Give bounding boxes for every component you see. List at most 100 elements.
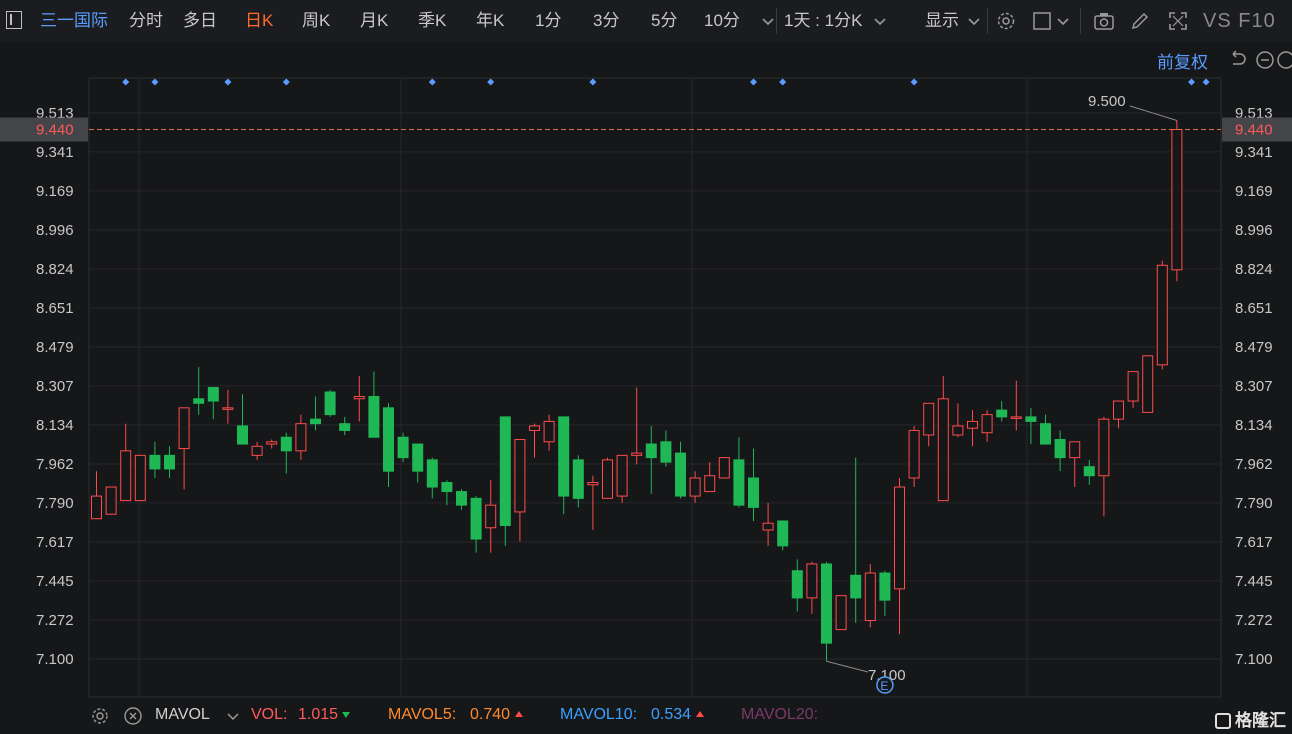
tab-1min[interactable]: 1分 xyxy=(535,0,561,42)
candle-body[interactable] xyxy=(850,574,862,599)
candle-body[interactable] xyxy=(733,459,745,506)
candle-body[interactable] xyxy=(1010,416,1022,419)
candle-body[interactable] xyxy=(777,520,789,547)
tab-5min[interactable]: 5分 xyxy=(651,0,677,42)
candle-body[interactable] xyxy=(1113,400,1124,420)
candle-body[interactable] xyxy=(266,441,278,445)
candle-body[interactable] xyxy=(602,459,613,499)
candle-body[interactable] xyxy=(1156,264,1168,366)
candle-body[interactable] xyxy=(631,452,643,456)
candle-body[interactable] xyxy=(178,407,190,450)
candlestick-chart[interactable]: 9.513 9.5139.341 9.3419.169 9.1698.996 8.996… xyxy=(0,42,1292,698)
interval-select[interactable]: 1天 : 1分K xyxy=(784,0,862,42)
candle-body[interactable] xyxy=(251,445,263,456)
candle-body[interactable] xyxy=(164,454,175,470)
candle-body[interactable] xyxy=(748,477,759,508)
display-chevron-icon[interactable] xyxy=(963,10,985,32)
candle-body[interactable] xyxy=(937,398,949,502)
candle-body[interactable] xyxy=(572,459,584,499)
candle-body[interactable] xyxy=(762,522,774,531)
candle-body[interactable] xyxy=(996,409,1008,418)
candle-body[interactable] xyxy=(529,425,540,431)
candle-body[interactable] xyxy=(1142,355,1154,413)
dividend-marker[interactable] xyxy=(282,78,290,86)
candle-body[interactable] xyxy=(981,414,993,434)
candle-body[interactable] xyxy=(193,398,205,404)
candle-body[interactable] xyxy=(426,459,438,488)
candle-body[interactable] xyxy=(441,482,453,493)
fullscreen-icon[interactable] xyxy=(1167,10,1189,32)
candle-body[interactable] xyxy=(835,595,847,631)
candle-body[interactable] xyxy=(120,450,132,502)
interval-chevron-icon[interactable] xyxy=(869,10,891,32)
dividend-marker[interactable] xyxy=(779,78,787,86)
candle-body[interactable] xyxy=(718,457,730,479)
candle-body[interactable] xyxy=(280,436,292,452)
dividend-marker[interactable] xyxy=(487,78,495,86)
candle-body[interactable] xyxy=(558,416,570,497)
candle-body[interactable] xyxy=(499,416,511,526)
layout-chevron-icon[interactable] xyxy=(1052,10,1074,32)
candle-body[interactable] xyxy=(456,491,467,506)
candle-body[interactable] xyxy=(689,477,701,497)
candle-body[interactable] xyxy=(1171,129,1183,271)
candle-body[interactable] xyxy=(222,407,234,410)
layout-square-icon[interactable] xyxy=(1031,10,1053,32)
candle-body[interactable] xyxy=(923,402,935,436)
candle-body[interactable] xyxy=(237,425,248,445)
candle-body[interactable] xyxy=(295,423,307,452)
vs-f10-button[interactable]: VS F10 xyxy=(1203,0,1276,42)
tab-monthly-k[interactable]: 月K xyxy=(360,0,388,42)
tab-multiday[interactable]: 多日 xyxy=(183,0,217,42)
candle-body[interactable] xyxy=(91,495,102,520)
candle-body[interactable] xyxy=(1098,418,1110,477)
candle-body[interactable] xyxy=(470,497,482,540)
candle-body[interactable] xyxy=(791,570,803,599)
tab-daily-k[interactable]: 日K xyxy=(245,0,273,42)
tab-quarterly-k[interactable]: 季K xyxy=(418,0,446,42)
candle-body[interactable] xyxy=(645,443,657,459)
candle-body[interactable] xyxy=(967,420,978,429)
candle-body[interactable] xyxy=(864,572,876,622)
candle-body[interactable] xyxy=(324,391,336,416)
candle-body[interactable] xyxy=(485,504,497,529)
candle-body[interactable] xyxy=(908,429,920,479)
indicator-name[interactable]: MAVOL xyxy=(155,706,210,724)
display-menu[interactable]: 显示 xyxy=(925,0,959,42)
candle-body[interactable] xyxy=(207,386,219,402)
candle-body[interactable] xyxy=(105,486,117,515)
candle-body[interactable] xyxy=(397,436,409,459)
candle-body[interactable] xyxy=(894,486,905,590)
tab-intraday[interactable]: 分时 xyxy=(129,0,163,42)
candle-body[interactable] xyxy=(660,441,672,463)
dividend-marker[interactable] xyxy=(589,78,597,86)
indicator-close-icon[interactable] xyxy=(123,706,143,726)
candle-body[interactable] xyxy=(1054,439,1066,459)
candle-body[interactable] xyxy=(514,439,526,513)
candle-body[interactable] xyxy=(149,454,161,470)
dividend-marker[interactable] xyxy=(750,78,757,86)
candle-body[interactable] xyxy=(704,475,716,493)
dividend-marker[interactable] xyxy=(151,78,159,86)
candle-body[interactable] xyxy=(1127,371,1139,402)
candle-body[interactable] xyxy=(412,443,424,472)
candle-body[interactable] xyxy=(616,454,628,497)
stock-name[interactable]: 三一国际 xyxy=(40,0,108,42)
candle-body[interactable] xyxy=(383,407,394,472)
candle-body[interactable] xyxy=(806,563,818,599)
candle-body[interactable] xyxy=(879,572,891,601)
draw-pencil-icon[interactable] xyxy=(1129,10,1151,32)
sidebar-toggle-icon[interactable] xyxy=(6,11,22,29)
tab-10min[interactable]: 10分 xyxy=(704,0,740,42)
dividend-marker[interactable] xyxy=(1188,78,1195,86)
candle-body[interactable] xyxy=(310,418,321,425)
indicator-settings-gear-icon[interactable] xyxy=(90,706,110,726)
candle-body[interactable] xyxy=(821,563,832,644)
tab-weekly-k[interactable]: 周K xyxy=(302,0,330,42)
candle-body[interactable] xyxy=(1040,423,1051,445)
candle-body[interactable] xyxy=(339,423,351,431)
dividend-marker[interactable] xyxy=(122,78,130,86)
candle-body[interactable] xyxy=(134,454,146,502)
candle-body[interactable] xyxy=(543,420,555,443)
candle-body[interactable] xyxy=(368,396,380,438)
